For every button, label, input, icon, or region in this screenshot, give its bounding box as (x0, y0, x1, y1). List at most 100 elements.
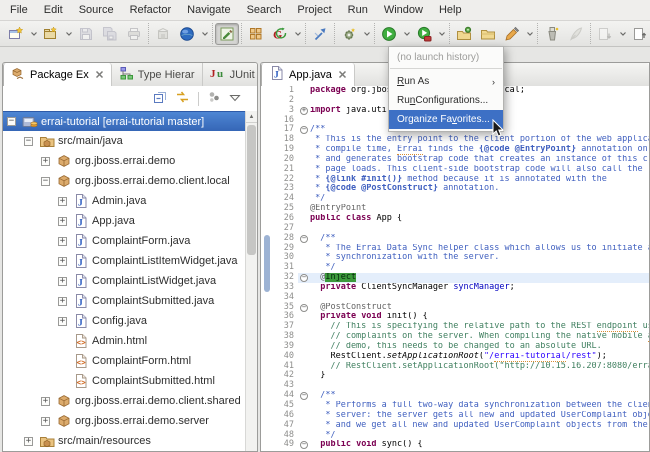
tree-item-complaintlistwidget-java[interactable]: +JComplaintListWidget.java (3, 271, 246, 291)
code-line-32[interactable]: 32− @Inject (274, 273, 649, 283)
code-line-43[interactable]: 43 (274, 381, 649, 391)
run-button[interactable] (377, 23, 401, 45)
expand-icon[interactable]: + (58, 257, 67, 266)
tree-scrollbar[interactable]: ▲ (245, 111, 257, 451)
fold-expand-icon[interactable]: + (300, 107, 308, 115)
tree-item-complaintform-html[interactable]: <>ComplaintForm.html (3, 351, 246, 371)
code-line-37[interactable]: 37 // This is specifying the relative pa… (274, 322, 649, 332)
code-line-34[interactable]: 34 (274, 293, 649, 303)
run-menu-item-organize-favorites[interactable]: Organize Favorites... (389, 110, 503, 129)
tree-item-src-main-resources[interactable]: +src/main/resources (3, 431, 246, 451)
expand-icon[interactable]: + (58, 197, 67, 206)
code-line-41[interactable]: 41 // RestClient.setApplicationRoot("htt… (274, 362, 649, 372)
close-icon[interactable] (95, 70, 104, 79)
tree-item-config-java[interactable]: +JConfig.java (3, 311, 246, 331)
external-tools-button-dropdown-icon[interactable] (436, 24, 447, 44)
collapse-icon[interactable]: − (7, 117, 16, 126)
tree-item-app-java[interactable]: +JApp.java (3, 211, 246, 231)
collapse-all-button[interactable] (153, 90, 167, 107)
code-line-47[interactable]: 47 * and we get all new and updated User… (274, 421, 649, 431)
tab-junit[interactable]: JuJUnit (203, 63, 263, 86)
link-with-editor-button[interactable] (175, 90, 190, 107)
import-folder-button[interactable] (452, 23, 476, 45)
code-line-38[interactable]: 38 // complaints on the server. When com… (274, 332, 649, 342)
web-browser-button[interactable] (175, 23, 199, 45)
code-line-23[interactable]: 23 * {@code @PostConstruct} annotation. (274, 184, 649, 194)
fold-collapse-icon[interactable]: − (300, 274, 308, 282)
code-line-28[interactable]: 28− /** (274, 234, 649, 244)
annotation-ruler[interactable] (261, 86, 274, 451)
tree-item-errai-tutorial-errai-tutorial-master[interactable]: −errai-tutorial [errai-tutorial master] (3, 111, 246, 131)
debug-button-dropdown-icon[interactable] (361, 24, 372, 44)
menu-project[interactable]: Project (289, 1, 339, 19)
menu-help[interactable]: Help (431, 1, 470, 19)
fold-collapse-icon[interactable]: − (300, 304, 308, 312)
expand-icon[interactable]: + (58, 217, 67, 226)
code-line-44[interactable]: 44− /** (274, 391, 649, 401)
expand-icon[interactable]: + (58, 297, 67, 306)
java-editor-toggle[interactable] (215, 23, 239, 45)
tree-item-org-jboss-errai-demo-server[interactable]: +org.jboss.errai.demo.server (3, 411, 246, 431)
code-line-39[interactable]: 39 // demo, this needs to be changed to … (274, 342, 649, 352)
code-line-31[interactable]: 31 */ (274, 263, 649, 273)
tree-item-org-jboss-errai-demo-client-local[interactable]: −org.jboss.errai.demo.client.local (3, 171, 246, 191)
tree-item-complaintsubmitted-java[interactable]: +JComplaintSubmitted.java (3, 291, 246, 311)
code-line-18[interactable]: 18 * This is the entry point to the clie… (274, 135, 649, 145)
new-java-project-button[interactable] (39, 23, 63, 45)
tab-type-hierar[interactable]: Type Hierar (112, 63, 203, 86)
menu-edit[interactable]: Edit (36, 1, 71, 19)
tree-item-admin-html[interactable]: <>Admin.html (3, 331, 246, 351)
code-line-33[interactable]: 33 private ClientSyncManager syncManager… (274, 283, 649, 293)
expand-icon[interactable]: + (41, 417, 50, 426)
code-line-42[interactable]: 42 } (274, 371, 649, 381)
tree-item-org-jboss-errai-demo[interactable]: +org.jboss.errai.demo (3, 151, 246, 171)
menu-navigate[interactable]: Navigate (179, 1, 238, 19)
tree-item-org-jboss-errai-demo-client-shared[interactable]: +org.jboss.errai.demo.client.shared (3, 391, 246, 411)
search-flashlight-button[interactable] (540, 23, 564, 45)
new-button[interactable] (4, 23, 28, 45)
gwt-compile-button[interactable]: G (268, 23, 292, 45)
new-button-dropdown-icon[interactable] (28, 24, 39, 44)
run-menu-item-run-configurations[interactable]: Run Configurations... (389, 91, 503, 110)
expand-icon[interactable]: + (41, 157, 50, 166)
external-tools-button[interactable] (412, 23, 436, 45)
code-line-29[interactable]: 29 * The Errai Data Sync helper class wh… (274, 244, 649, 254)
collapse-icon[interactable]: − (41, 177, 50, 186)
menu-run[interactable]: Run (340, 1, 376, 19)
code-line-24[interactable]: 24 */ (274, 194, 649, 204)
code-line-45[interactable]: 45 * Performs a full two-way data synchr… (274, 401, 649, 411)
run-button-dropdown-icon[interactable] (401, 24, 412, 44)
java-editor[interactable]: 1package org.jboss.errai.demo.client.loc… (261, 86, 649, 451)
code-line-27[interactable]: 27 (274, 224, 649, 234)
debug-button[interactable] (337, 23, 361, 45)
tab-package-ex[interactable]: Package Ex (3, 63, 112, 87)
tree-item-src-main-java[interactable]: −src/main/java (3, 131, 246, 151)
menu-file[interactable]: File (2, 1, 36, 19)
new-java-ee-button[interactable] (244, 23, 268, 45)
tab-app-java[interactable]: JApp.java (261, 63, 355, 87)
code-line-26[interactable]: 26public class App { (274, 214, 649, 224)
skip-breakpoints-button[interactable] (308, 23, 332, 45)
paintbrush-button-dropdown-icon[interactable] (524, 24, 535, 44)
focus-active-task-button[interactable] (207, 90, 221, 107)
fold-collapse-icon[interactable]: − (300, 441, 308, 449)
code-line-40[interactable]: 40 RestClient.setApplicationRoot("/errai… (274, 352, 649, 362)
fold-collapse-icon[interactable]: − (300, 126, 308, 134)
menu-refactor[interactable]: Refactor (122, 1, 180, 19)
code-line-19[interactable]: 19 * compile time, Errai finds the {@cod… (274, 145, 649, 155)
close-icon[interactable] (338, 70, 347, 79)
fold-collapse-icon[interactable]: − (300, 392, 308, 400)
tree-item-admin-java[interactable]: +JAdmin.java (3, 191, 246, 211)
menu-search[interactable]: Search (239, 1, 290, 19)
collapse-icon[interactable]: − (24, 137, 33, 146)
next-annotation-button-dropdown-icon[interactable] (617, 24, 628, 44)
paintbrush-button[interactable] (500, 23, 524, 45)
open-folder-button[interactable] (476, 23, 500, 45)
tree-item-complaintform-java[interactable]: +JComplaintForm.java (3, 231, 246, 251)
gwt-compile-button-dropdown-icon[interactable] (292, 24, 303, 44)
prev-annotation-button[interactable] (628, 23, 650, 45)
expand-icon[interactable]: + (58, 317, 67, 326)
tree-item-complaintlistitemwidget-java[interactable]: +JComplaintListItemWidget.java (3, 251, 246, 271)
code-line-36[interactable]: 36 private void init() { (274, 312, 649, 322)
code-line-22[interactable]: 22 * {@link #init()} method because it i… (274, 175, 649, 185)
